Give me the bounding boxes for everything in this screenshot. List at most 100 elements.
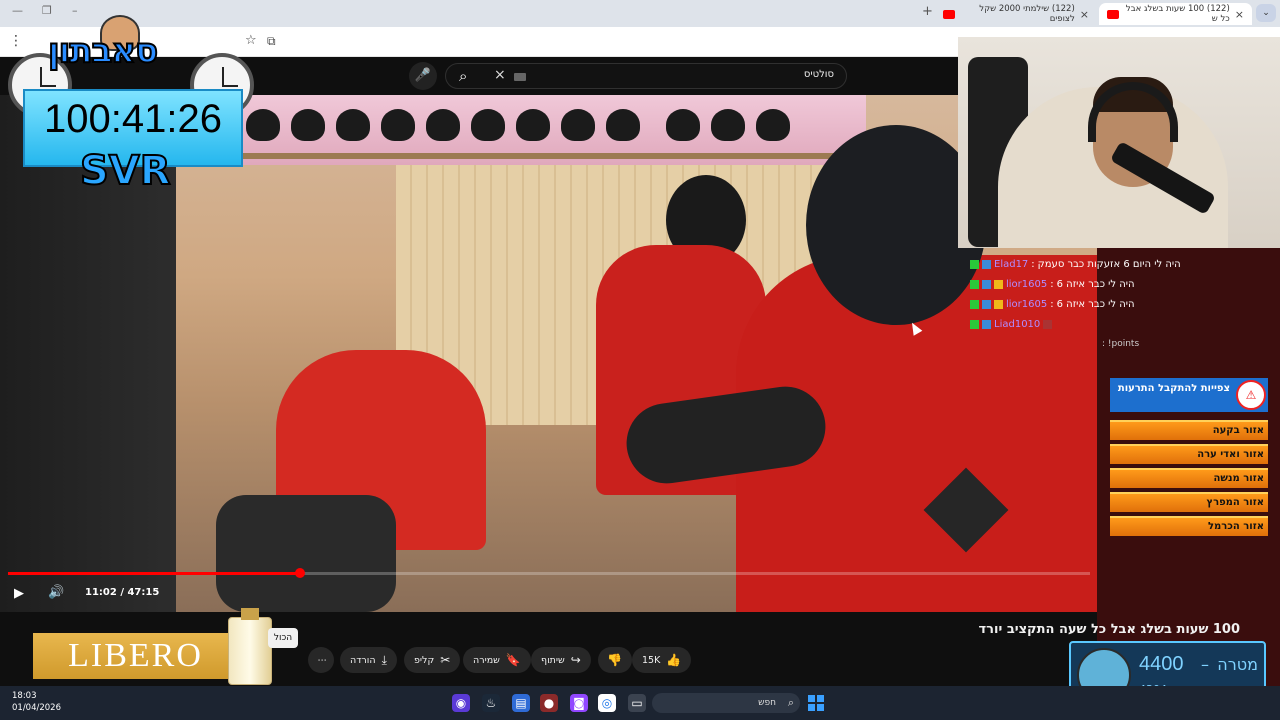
clear-search-icon[interactable]: ×	[494, 67, 506, 83]
tab-close-icon[interactable]: ×	[1235, 8, 1244, 21]
alert-zone: אזור הכרמל	[1110, 516, 1268, 536]
more-actions-button[interactable]: ⋯	[308, 647, 334, 673]
chat-overlay: היה לי היום 6 אזעקות כבר סעמק : Elad17 ה…	[970, 254, 1220, 334]
like-button[interactable]: 👍 15K	[632, 647, 692, 673]
play-icon[interactable]: ▶	[14, 586, 24, 601]
clock-date: 01/04/2026	[12, 703, 61, 713]
goal-target: 4400	[1139, 653, 1184, 675]
emote-icon	[1043, 319, 1053, 329]
chat-username: lior1605	[1006, 278, 1048, 290]
badge-icon	[994, 279, 1003, 289]
share-button[interactable]: ↪ שיתוף	[531, 647, 591, 673]
sponsor-banner: LIBERO	[33, 633, 238, 679]
keyboard-icon[interactable]	[514, 73, 526, 81]
goal-dash: –	[1201, 655, 1209, 674]
tab-title: (122) שילמתי 2000 שקל לצופים	[979, 4, 1075, 24]
windows-start-icon[interactable]	[808, 695, 824, 711]
microphone-icon[interactable]: 🎤	[409, 62, 437, 90]
bookmark-icon: 🔖	[505, 653, 521, 667]
taskbar-clock[interactable]: 18:03 01/04/2026	[12, 690, 61, 714]
thumbs-down-icon: 👎	[607, 653, 622, 667]
new-tab-button[interactable]: +	[922, 4, 933, 19]
chat-message: היה לי היום 6 אזעקות כבר סעמק : Elad17	[970, 254, 1220, 274]
alert-zone: אזור ואדי ערה	[1110, 444, 1268, 464]
tab-1[interactable]: × (122) 100 שעות בשלג אבל כל ש	[1099, 3, 1252, 25]
badge-icon	[994, 299, 1003, 309]
filter-chip-all[interactable]: הכול	[268, 628, 298, 648]
timer-title: סאבתון	[47, 30, 159, 72]
like-count: 15K	[642, 654, 661, 666]
extension-icon[interactable]: ⧉	[267, 34, 276, 49]
chat-text: היה לי היום 6 אזעקות כבר סעמק	[1037, 258, 1181, 270]
chat-username: lior1605	[1006, 298, 1048, 310]
search-icon[interactable]: ⌕	[459, 67, 467, 85]
volume-icon[interactable]: 🔊	[48, 585, 64, 600]
tab-title: (122) 100 שעות בשלג אבל כל ש	[1125, 4, 1230, 24]
discord-icon[interactable]: ◉	[452, 694, 470, 712]
steam-icon[interactable]: ♨	[482, 694, 500, 712]
subathon-timer-overlay: סאבתון 100:41:26 SVR	[0, 13, 260, 195]
search-input[interactable]: סולטיס	[804, 69, 834, 80]
clock-time: 18:03	[12, 691, 37, 701]
download-button[interactable]: ⤓ הורדה	[340, 647, 397, 673]
badge-icon	[970, 299, 979, 309]
chat-username: Elad17	[994, 258, 1029, 270]
clip-button[interactable]: ✂ קליפ	[404, 647, 461, 673]
more-icon: ⋯	[317, 654, 328, 666]
share-label: שיתוף	[541, 654, 565, 666]
alert-zone: אזור מנשה	[1110, 468, 1268, 488]
save-button[interactable]: 🔖 שמירה	[463, 647, 531, 673]
chat-username: Liad1010	[994, 318, 1041, 330]
time-display: 11:02 / 47:15	[85, 587, 160, 598]
badge-icon	[982, 279, 991, 289]
goal-label: מטרה	[1217, 655, 1258, 674]
screen: — ❐ – + × (122) שילמתי 2000 שקל לצופים ×…	[0, 0, 1280, 720]
alert-zone: אזור בקעה	[1110, 420, 1268, 440]
windows-taskbar: 18:03 01/04/2026 ◉ ♨ ▤ ● ◙ ◎ ▭ ⌕ חפש	[0, 686, 1280, 720]
scissors-icon: ✂	[440, 653, 451, 667]
share-icon: ↪	[570, 653, 581, 667]
badge-icon	[982, 319, 991, 329]
search-icon: ⌕	[787, 696, 794, 709]
save-label: שמירה	[473, 654, 500, 666]
badge-icon	[982, 299, 991, 309]
timer-value: 100:41:26	[44, 97, 222, 141]
chrome-icon[interactable]: ◎	[598, 694, 616, 712]
tab-close-icon[interactable]: ×	[1080, 8, 1089, 21]
twitch-icon[interactable]: ◙	[570, 694, 588, 712]
webcam-feed	[958, 37, 1280, 248]
perfume-bottle-image	[228, 608, 272, 685]
thumbs-up-icon: 👍	[666, 653, 682, 667]
chat-message: היה לי כבר איזה 6 : lior1605	[970, 294, 1220, 314]
alert-zone: אזור המפרץ	[1110, 492, 1268, 512]
chat-command: : !points	[1102, 339, 1140, 349]
taskbar-search[interactable]: ⌕ חפש	[652, 693, 800, 713]
taskbar-search-placeholder: חפש	[758, 698, 776, 708]
timer-tag: SVR	[79, 147, 172, 195]
youtube-favicon-icon	[943, 9, 955, 19]
badge-icon	[982, 259, 991, 269]
alerts-title: צפייות להתקבל התרעות	[1117, 383, 1230, 394]
download-icon: ⤓	[381, 652, 387, 667]
alerts-header: צפייות להתקבל התרעות ⚠	[1110, 378, 1268, 412]
badge-icon	[970, 319, 979, 329]
chat-message: היה לי כבר איזה 6 : lior1605	[970, 274, 1220, 294]
download-label: הורדה	[350, 654, 376, 666]
seek-bar-played	[8, 572, 301, 575]
video-title: 100 שעות בשלג אבל כל שעה התקציב יורד	[978, 622, 1240, 637]
file-explorer-icon[interactable]: ▭	[628, 694, 646, 712]
chat-message: Liad1010	[970, 314, 1220, 334]
tab-2[interactable]: × (122) שילמתי 2000 שקל לצופים	[935, 3, 1097, 25]
badge-icon	[970, 259, 979, 269]
dislike-button[interactable]: 👎	[598, 647, 632, 673]
tab-dropdown-button[interactable]: ⌄	[1256, 4, 1276, 22]
search-box[interactable]: × סולטיס	[445, 63, 847, 89]
youtube-favicon-icon	[1107, 9, 1119, 19]
seek-bar[interactable]	[8, 568, 1090, 578]
notes-icon[interactable]: ▤	[512, 694, 530, 712]
clip-label: קליפ	[414, 654, 435, 666]
chat-text: היה לי כבר איזה 6	[1056, 278, 1135, 290]
siren-icon: ⚠	[1236, 380, 1266, 410]
app-icon[interactable]: ●	[540, 694, 558, 712]
chat-text: היה לי כבר איזה 6	[1056, 298, 1135, 310]
